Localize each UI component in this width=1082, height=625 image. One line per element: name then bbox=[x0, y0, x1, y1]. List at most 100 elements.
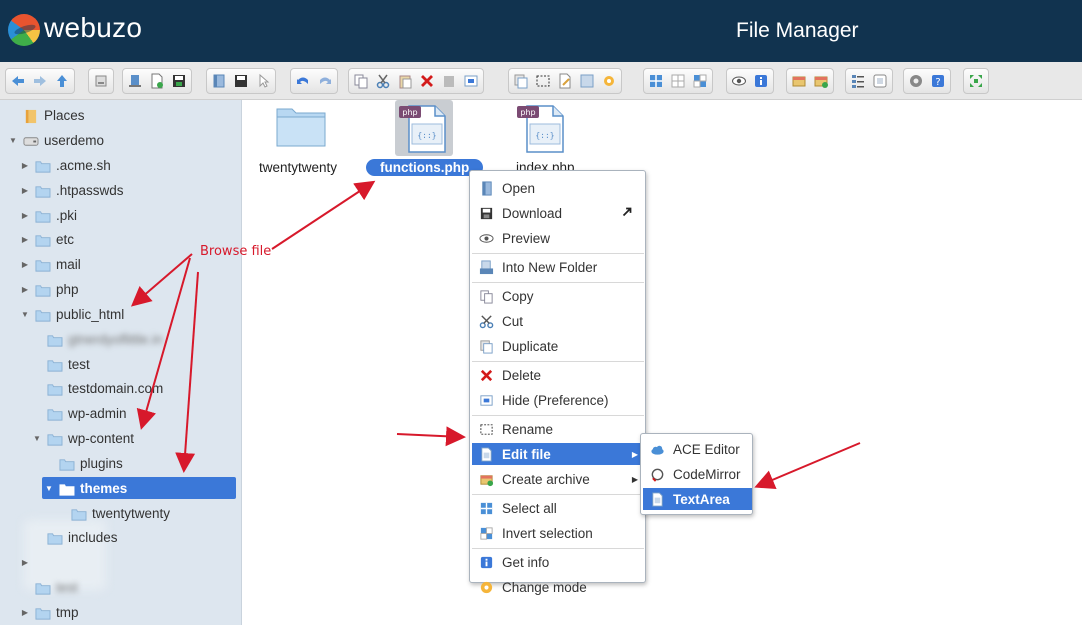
preview-button[interactable] bbox=[728, 71, 750, 91]
cut-button[interactable] bbox=[372, 71, 394, 91]
menu-item-invert-selection[interactable]: Invert selection bbox=[472, 522, 644, 544]
collapsed-arrow-icon[interactable]: ▶ bbox=[20, 211, 30, 220]
sidebar-item-userdemo[interactable]: ▼ userdemo bbox=[8, 129, 104, 151]
gear-small-button[interactable] bbox=[598, 71, 620, 91]
select-none-button[interactable] bbox=[667, 71, 689, 91]
sidebar-item-redacted[interactable]: ▶ bbox=[20, 551, 34, 573]
collapsed-arrow-icon[interactable]: ▶ bbox=[20, 186, 30, 195]
sidebar-item-etc[interactable]: ▶ etc bbox=[20, 228, 74, 250]
sidebar-item-twentytwenty[interactable]: twentytwenty bbox=[56, 502, 170, 524]
hide-button[interactable] bbox=[460, 71, 482, 91]
menu-item-get-info[interactable]: Get info bbox=[472, 551, 644, 573]
paste-button[interactable] bbox=[394, 71, 416, 91]
menu-item-create-archive[interactable]: Create archive ▶ bbox=[472, 468, 644, 490]
sidebar-item-php[interactable]: ▶ php bbox=[20, 278, 79, 300]
file-item[interactable]: {::} php bbox=[515, 104, 569, 159]
sidebar-item-public-html[interactable]: ▼ public_html bbox=[20, 303, 124, 325]
sidebar-item-wp-admin[interactable]: wp-admin bbox=[32, 402, 127, 424]
menu-item-download[interactable]: Download bbox=[472, 202, 644, 224]
redo-button[interactable] bbox=[314, 71, 336, 91]
list-view-button[interactable] bbox=[847, 71, 869, 91]
menu-item-hide-preference[interactable]: Hide (Preference) bbox=[472, 389, 644, 411]
sidebar-item-test[interactable]: test bbox=[32, 353, 90, 375]
sidebar-item-acme-sh[interactable]: ▶ .acme.sh bbox=[20, 154, 111, 176]
menu-item-label: Delete bbox=[502, 367, 542, 383]
menu-item-change-mode[interactable]: Change mode bbox=[472, 576, 644, 598]
save-as-button[interactable] bbox=[230, 71, 252, 91]
delete-button[interactable] bbox=[416, 71, 438, 91]
sidebar-item-pki[interactable]: ▶ .pki bbox=[20, 204, 77, 226]
menu-item-rename[interactable]: Rename bbox=[472, 418, 644, 440]
network-drive-button[interactable] bbox=[124, 71, 146, 91]
arrow-right-button[interactable] bbox=[29, 71, 51, 91]
sidebar-item-wp-content[interactable]: ▼ wp-content bbox=[32, 427, 134, 449]
help-button[interactable]: ? bbox=[927, 71, 949, 91]
settings-button[interactable] bbox=[905, 71, 927, 91]
empty-button[interactable] bbox=[438, 71, 460, 91]
arrow-left-button[interactable] bbox=[7, 71, 29, 91]
open-button[interactable] bbox=[208, 71, 230, 91]
menu-item-textarea[interactable]: TextArea bbox=[643, 488, 752, 510]
undo-button[interactable] bbox=[292, 71, 314, 91]
rename-button[interactable] bbox=[532, 71, 554, 91]
menu-item-codemirror[interactable]: CodeMirror bbox=[643, 463, 752, 485]
home-button[interactable] bbox=[90, 71, 112, 91]
expanded-arrow-icon[interactable]: ▼ bbox=[32, 434, 42, 443]
info-button[interactable] bbox=[750, 71, 772, 91]
save-button[interactable] bbox=[168, 71, 190, 91]
menu-item-select-all[interactable]: Select all bbox=[472, 497, 644, 519]
copy-icon bbox=[354, 74, 368, 89]
menu-item-ace-editor[interactable]: ACE Editor bbox=[643, 438, 752, 460]
collapsed-arrow-icon[interactable]: ▶ bbox=[20, 285, 30, 294]
collapsed-arrow-icon[interactable]: ▶ bbox=[20, 235, 30, 244]
sidebar-item-places[interactable]: Places bbox=[8, 104, 85, 126]
resize-button[interactable] bbox=[576, 71, 598, 91]
collapsed-arrow-icon[interactable]: ▶ bbox=[20, 558, 30, 567]
copy-button[interactable] bbox=[350, 71, 372, 91]
sidebar-item-gtnerdyoflittle-in[interactable]: gtnerdyoflittle.in bbox=[32, 328, 163, 350]
select-all-button[interactable] bbox=[645, 71, 667, 91]
edit-button[interactable] bbox=[554, 71, 576, 91]
file-item[interactable] bbox=[276, 104, 326, 153]
extract-button[interactable] bbox=[788, 71, 810, 91]
menu-item-into-new-folder[interactable]: Into New Folder bbox=[472, 256, 644, 278]
sidebar-item-htpasswds[interactable]: ▶ .htpasswds bbox=[20, 179, 124, 201]
expanded-arrow-icon[interactable]: ▼ bbox=[44, 484, 54, 493]
sidebar-item-label: etc bbox=[56, 231, 75, 247]
file-name-label[interactable]: twentytwenty bbox=[259, 160, 337, 175]
menu-item-delete[interactable]: Delete bbox=[472, 364, 644, 386]
sidebar-item-mail[interactable]: ▶ mail bbox=[20, 253, 81, 275]
expanded-arrow-icon[interactable]: ▼ bbox=[20, 310, 30, 319]
menu-item-cut[interactable]: Cut bbox=[472, 310, 644, 332]
arrow-up-button[interactable] bbox=[51, 71, 73, 91]
extract-icon bbox=[792, 76, 806, 87]
collapsed-arrow-icon[interactable]: ▶ bbox=[20, 608, 30, 617]
file-item[interactable]: {::} php bbox=[397, 104, 451, 159]
menu-item-edit-file[interactable]: Edit file ▶ bbox=[472, 443, 644, 465]
sidebar-item-themes[interactable]: ▼ themes bbox=[42, 477, 236, 499]
sidebar-item-label: gtnerdyoflittle.in bbox=[68, 331, 163, 347]
new-file-button[interactable] bbox=[146, 71, 168, 91]
pointer-button[interactable] bbox=[252, 71, 274, 91]
sidebar-item-includes[interactable]: includes bbox=[32, 526, 118, 548]
icon-view-button[interactable] bbox=[869, 71, 891, 91]
sidebar-item-test[interactable]: test bbox=[20, 576, 78, 598]
fullscreen-button[interactable] bbox=[965, 71, 987, 91]
svg-text:{::}: {::} bbox=[535, 131, 554, 140]
menu-item-duplicate[interactable]: Duplicate bbox=[472, 335, 644, 357]
duplicate-button[interactable] bbox=[510, 71, 532, 91]
expanded-arrow-icon[interactable]: ▼ bbox=[8, 136, 18, 145]
sidebar-item-tmp[interactable]: ▶ tmp bbox=[20, 601, 79, 623]
menu-item-copy[interactable]: Copy bbox=[472, 285, 644, 307]
invert-selection-button[interactable] bbox=[689, 71, 711, 91]
sidebar-item-plugins[interactable]: plugins bbox=[44, 452, 123, 474]
file-name-label[interactable]: functions.php bbox=[366, 159, 484, 176]
select-all-icon bbox=[650, 75, 662, 87]
sidebar-item-testdomain-com[interactable]: testdomain.com bbox=[32, 377, 163, 399]
menu-item-open[interactable]: Open bbox=[472, 177, 644, 199]
collapsed-arrow-icon[interactable]: ▶ bbox=[20, 260, 30, 269]
menu-item-label: Cut bbox=[502, 313, 524, 329]
archive-button[interactable] bbox=[810, 71, 832, 91]
menu-item-preview[interactable]: Preview bbox=[472, 227, 644, 249]
collapsed-arrow-icon[interactable]: ▶ bbox=[20, 161, 30, 170]
